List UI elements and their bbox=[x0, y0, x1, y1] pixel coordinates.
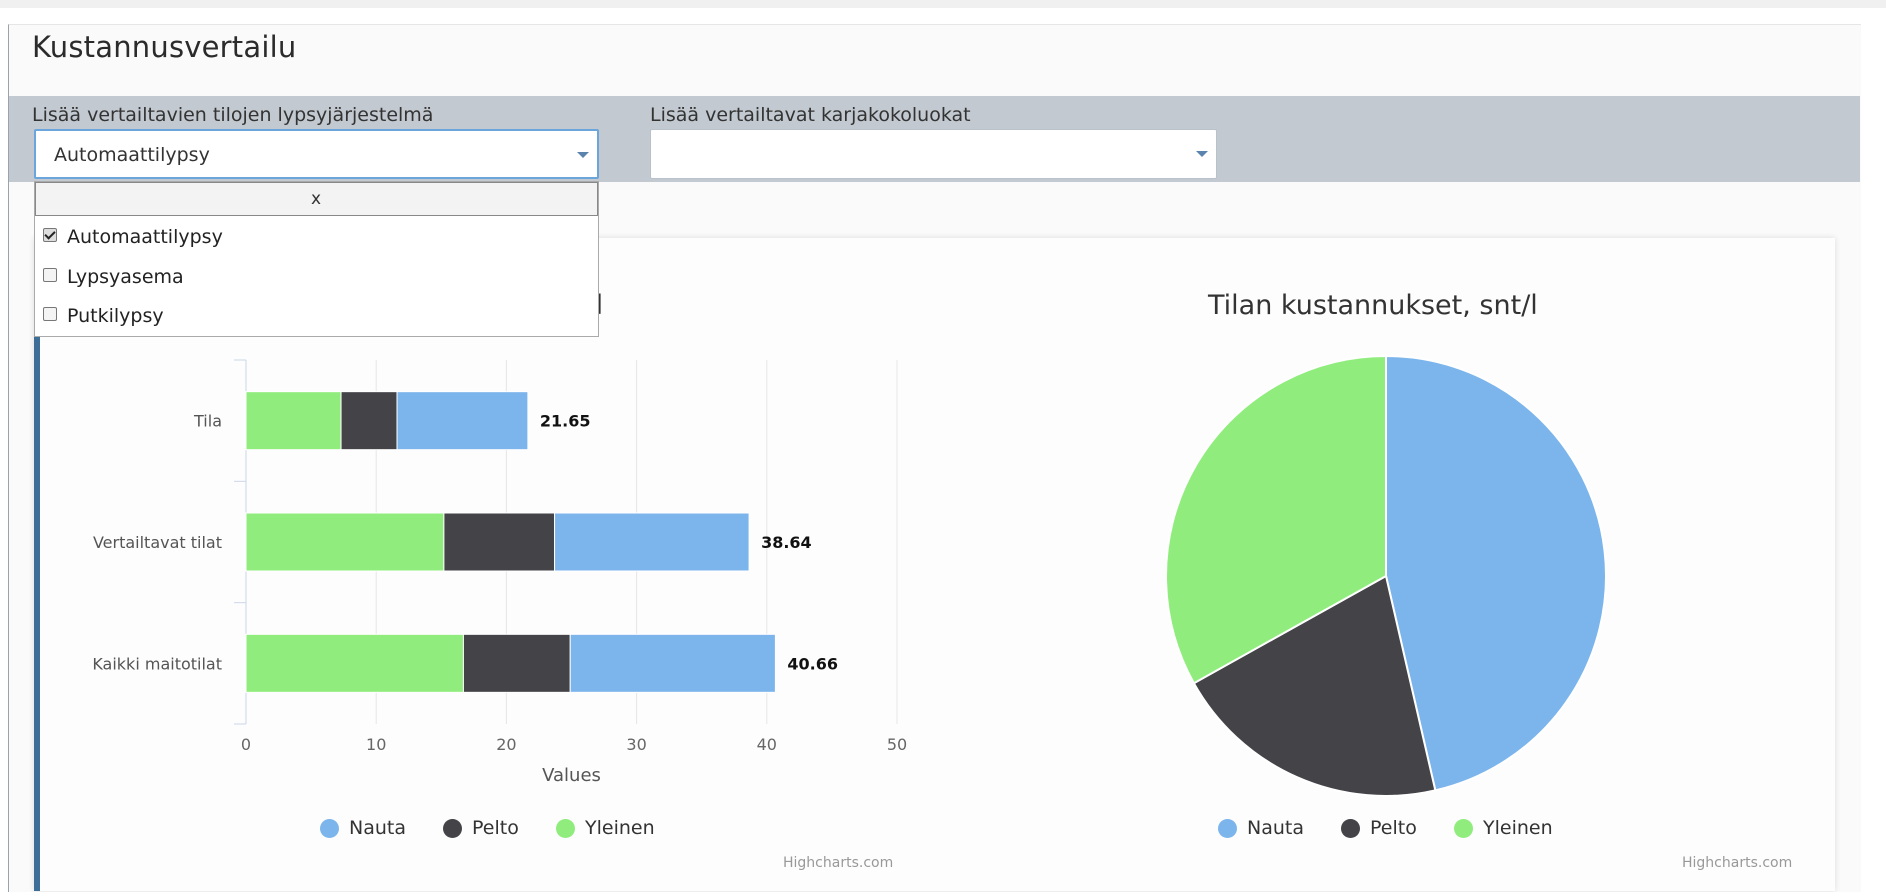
checkbox-checked[interactable] bbox=[43, 228, 57, 242]
bar-segment-nauta bbox=[396, 391, 529, 451]
legend-dot-icon bbox=[1218, 819, 1237, 838]
close-icon[interactable]: x bbox=[311, 189, 321, 209]
legend-dot-icon bbox=[556, 819, 575, 838]
total-label: 21.65 bbox=[540, 412, 591, 431]
option-label: Putkilypsy bbox=[67, 305, 164, 327]
bar-segment-nauta bbox=[569, 633, 776, 693]
pie-chart-title: Tilan kustannukset, snt/l bbox=[1208, 290, 1538, 321]
total-label: 40.66 bbox=[787, 654, 838, 673]
bar-segment-nauta bbox=[554, 512, 750, 572]
milking-system-dropdown: x Automaattilypsy Lypsyasema Putkilypsy bbox=[34, 181, 599, 337]
pie-chart-credit-link[interactable]: Highcharts.com bbox=[1682, 855, 1792, 871]
bar-segment-pelto bbox=[340, 391, 398, 451]
category-label: Vertailtavat tilat bbox=[93, 533, 222, 552]
bar-segment-yleinen bbox=[245, 633, 464, 693]
bar-chart: 0 10 20 30 40 50 Values Tila 21.65 Vertailtavat t… bbox=[92, 359, 907, 786]
legend-label: Yleinen bbox=[1483, 817, 1553, 839]
bar-segment-pelto bbox=[462, 633, 571, 693]
x-tick-label: 30 bbox=[626, 735, 646, 754]
legend-dot-icon bbox=[1454, 819, 1473, 838]
legend-label: Yleinen bbox=[585, 817, 655, 839]
dropdown-close-button[interactable]: x bbox=[35, 182, 598, 216]
legend-dot-icon bbox=[443, 819, 462, 838]
legend-dot-icon bbox=[1341, 819, 1360, 838]
x-tick-label: 50 bbox=[887, 735, 907, 754]
x-axis-title: Values bbox=[542, 765, 601, 786]
legend-label: Pelto bbox=[472, 817, 519, 839]
bar-segment-yleinen bbox=[245, 391, 342, 451]
x-tick-label: 20 bbox=[496, 735, 516, 754]
option-label: Lypsyasema bbox=[67, 266, 184, 288]
checkbox[interactable] bbox=[43, 307, 57, 321]
legend-dot-icon bbox=[320, 819, 339, 838]
legend-label: Nauta bbox=[349, 817, 406, 839]
category-label: Kaikki maitotilat bbox=[92, 654, 222, 673]
x-tick-label: 40 bbox=[757, 735, 777, 754]
bar-segment-yleinen bbox=[245, 512, 445, 572]
bar-chart-credit-link[interactable]: Highcharts.com bbox=[783, 855, 893, 871]
dropdown-option-lypsyasema[interactable]: Lypsyasema bbox=[43, 266, 184, 288]
dropdown-option-putkilypsy[interactable]: Putkilypsy bbox=[43, 305, 164, 327]
total-label: 38.64 bbox=[761, 533, 812, 552]
x-tick-label: 10 bbox=[366, 735, 386, 754]
checkbox[interactable] bbox=[43, 268, 57, 282]
bar-segment-pelto bbox=[443, 512, 556, 572]
legend-label: Pelto bbox=[1370, 817, 1417, 839]
dropdown-option-automaattilypsy[interactable]: Automaattilypsy bbox=[43, 226, 223, 248]
x-tick-label: 0 bbox=[241, 735, 251, 754]
legend-label: Nauta bbox=[1247, 817, 1304, 839]
option-label: Automaattilypsy bbox=[67, 226, 223, 248]
category-label: Tila bbox=[193, 412, 222, 431]
